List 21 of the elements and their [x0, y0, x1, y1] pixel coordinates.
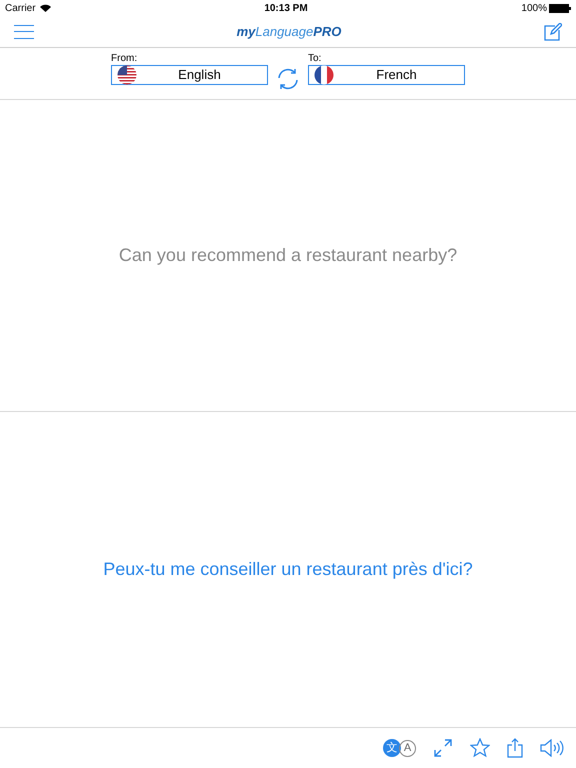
expand-icon[interactable] [433, 738, 453, 758]
clock-label: 10:13 PM [263, 2, 309, 16]
compose-icon[interactable] [544, 22, 562, 40]
carrier-label: Carrier [5, 2, 36, 16]
language-label: From: [111, 53, 138, 65]
swap-icon[interactable] [276, 67, 300, 91]
translation-text: Peux-tu me conseiller un restaurant près d'ici? [103, 558, 473, 581]
speaker-icon[interactable] [540, 739, 564, 757]
source-text: Can you recommend a restaurant nearby? [118, 244, 458, 267]
menu-icon[interactable] [14, 24, 34, 38]
battery-icon [549, 4, 571, 12]
star-icon[interactable] [470, 738, 490, 758]
battery-label: 100% [521, 2, 547, 16]
language-selector[interactable]: French [308, 65, 465, 85]
flag-icon [117, 65, 137, 85]
language-label: To: [308, 53, 322, 65]
share-icon[interactable] [507, 738, 523, 758]
wifi-icon [40, 4, 51, 12]
language-selector[interactable]: English [111, 65, 268, 85]
app-logo: myLanguagePRO [236, 22, 342, 41]
flag-icon [314, 65, 334, 85]
